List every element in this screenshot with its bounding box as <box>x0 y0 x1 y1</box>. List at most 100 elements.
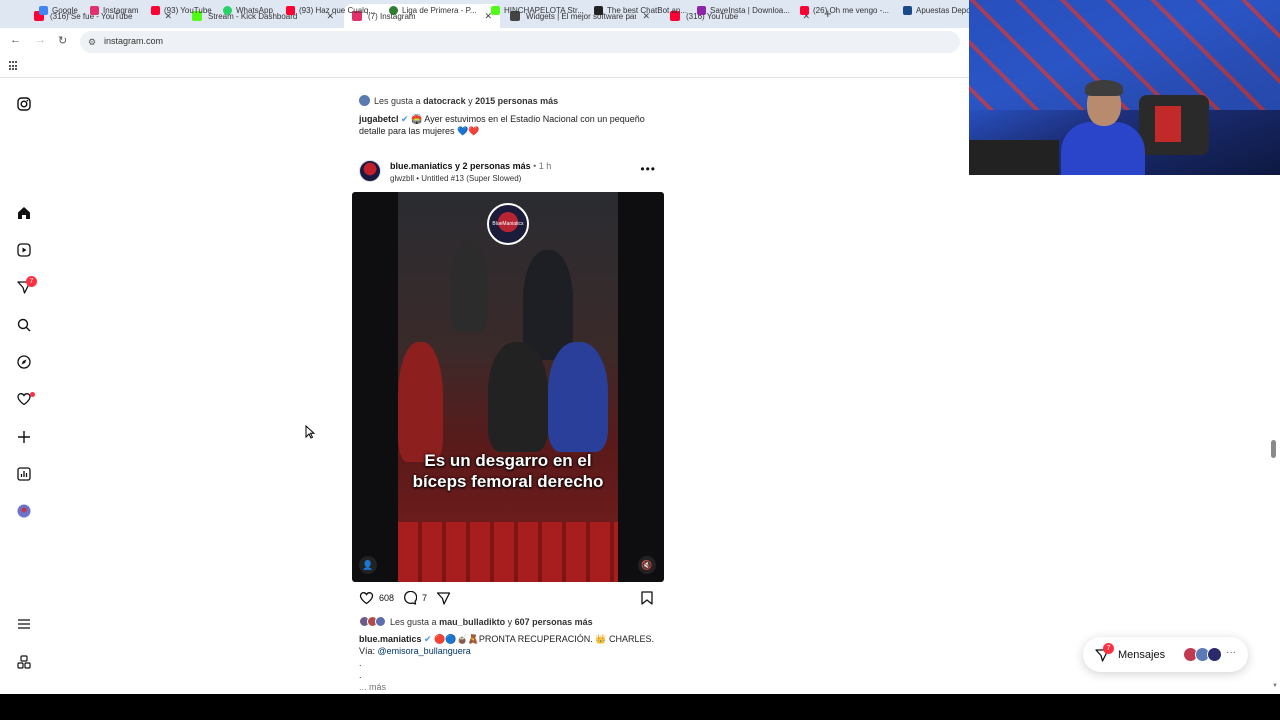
post-author-line: blue.maniatics y 2 personas más • 1 h <box>390 161 551 171</box>
saveinsta-icon <box>697 6 706 15</box>
post-collab[interactable]: y 2 personas más <box>455 161 531 171</box>
video-seats <box>398 522 618 582</box>
comment-icon <box>404 591 417 605</box>
search-icon[interactable] <box>17 318 31 332</box>
mute-icon[interactable]: 🔇 <box>638 556 656 574</box>
site-info-icon[interactable]: ⚙ <box>88 37 96 48</box>
avatar[interactable] <box>359 160 381 182</box>
likes-prefix: Les gusta a <box>374 95 421 106</box>
apuestas-icon <box>903 6 912 15</box>
heart-icon[interactable] <box>17 392 31 406</box>
dashboard-icon[interactable] <box>17 467 31 481</box>
video-person <box>488 342 548 452</box>
share-button[interactable] <box>436 591 456 605</box>
liked-by-user[interactable]: mau_bulladikto <box>439 617 505 627</box>
back-icon[interactable]: ← <box>10 34 21 46</box>
bookmark-google[interactable]: Google <box>39 6 78 15</box>
video-person <box>548 342 608 452</box>
caption-text: 🔴🔵🧉🧸PRONTA RECUPERACIÓN. 👑 CHARLES. <box>434 634 655 644</box>
youtube-icon <box>286 6 295 15</box>
bookmark-oh-me-vengo[interactable]: (26) Oh me vengo -... <box>800 6 889 15</box>
bookmark-chatbot[interactable]: The best ChatBot an... <box>594 6 687 15</box>
video-logo-text: BlueManiatics <box>492 221 524 227</box>
bookmark-youtube[interactable]: (93) YouTube <box>151 6 212 15</box>
bookmark-icon <box>641 591 653 605</box>
likes-mid: y <box>468 95 473 106</box>
likes-count[interactable]: 2015 personas más <box>475 96 558 106</box>
explore-icon[interactable] <box>17 355 31 369</box>
notification-dot <box>30 392 35 397</box>
webcam-desk <box>969 140 1059 175</box>
bookmarks-bar <box>0 56 970 78</box>
bookmark-label: (26) Oh me vengo -... <box>813 6 890 15</box>
bookmark-instagram[interactable]: Instagram <box>90 6 139 15</box>
via-link[interactable]: @emisora_bullanguera <box>378 646 471 656</box>
caption-user[interactable]: jugabetcl <box>359 114 399 124</box>
via-label: Vía: <box>359 646 376 656</box>
post-video[interactable]: BlueManiatics Es un desgarro en el bícep… <box>352 192 664 582</box>
bookmark-hinchapelota[interactable]: HINCHAPELOTA Str... <box>491 6 584 15</box>
bookmark-haz-que[interactable]: (93) Haz que Cualq... <box>286 6 375 15</box>
forward-icon[interactable]: → <box>35 34 46 46</box>
comment-button[interactable]: 7 <box>402 591 427 605</box>
scrollbar-thumb[interactable] <box>1271 440 1276 458</box>
messages-badge: 7 <box>26 276 37 287</box>
meta-icon[interactable] <box>17 655 31 669</box>
bookmark-label: Google <box>52 6 78 15</box>
post-audio[interactable]: • Untitled #13 (Super Slowed) <box>416 174 521 183</box>
url-field[interactable] <box>80 31 960 53</box>
previous-post-likes: Les gusta a datocrack y 2015 personas má… <box>359 95 558 106</box>
scroll-down-arrow-icon[interactable]: ▼ <box>1272 683 1278 689</box>
messages-avatars <box>1183 647 1222 662</box>
home-icon[interactable] <box>17 206 31 220</box>
bookmark-apuestas[interactable]: Apuestas Depo <box>903 6 971 15</box>
caption-user[interactable]: blue.maniatics <box>359 634 422 644</box>
bookmark-label: WhatsApp <box>236 6 273 15</box>
bookmark-label: HINCHAPELOTA Str... <box>504 6 584 15</box>
create-icon[interactable] <box>17 430 31 444</box>
messages-pill[interactable]: 7 Mensajes ··· <box>1083 637 1248 672</box>
reels-icon[interactable] <box>17 243 31 257</box>
bookmark-liga[interactable]: Liga de Primera - P... <box>389 6 477 15</box>
reload-icon[interactable]: ↻ <box>58 34 67 47</box>
instagram-logo-icon[interactable] <box>17 97 31 111</box>
previous-post-caption: jugabetcl ✔ 🏟️ Ayer estuvimos en el Esta… <box>359 113 664 137</box>
more-options-icon[interactable]: ••• <box>640 162 656 176</box>
youtube-icon <box>151 6 160 15</box>
verified-icon: ✔ <box>424 634 432 644</box>
post-author[interactable]: blue.maniatics <box>390 161 453 171</box>
post-sub-user[interactable]: glwzbll <box>390 174 414 183</box>
youtube-icon <box>800 6 809 15</box>
heart-icon <box>359 592 374 605</box>
video-person <box>398 342 443 462</box>
webcam-person-body <box>1061 122 1145 175</box>
instagram-sidenav <box>0 78 48 698</box>
save-button[interactable] <box>641 591 658 605</box>
bookmark-label: Liga de Primera - P... <box>402 6 477 15</box>
caption-dot: . <box>359 670 362 680</box>
liked-by-count[interactable]: 607 personas más <box>515 617 593 627</box>
bookmark-saveinsta[interactable]: SaveInsta | Downloa... <box>697 6 790 15</box>
menu-icon[interactable] <box>17 617 31 631</box>
like-button[interactable]: 608 <box>359 591 394 605</box>
bookmark-label: SaveInsta | Downloa... <box>710 6 790 15</box>
bookmark-whatsapp[interactable]: WhatsApp <box>223 6 273 15</box>
url-text[interactable]: instagram.com <box>104 36 163 46</box>
messages-more-icon: ··· <box>1226 647 1236 658</box>
video-subtitle: Es un desgarro en el bíceps femoral dere… <box>412 451 604 491</box>
webcam-overlay <box>969 0 1280 175</box>
profile-avatar-icon[interactable] <box>17 504 31 518</box>
avatar <box>375 616 386 627</box>
user-tag-icon[interactable]: 👤 <box>359 556 377 574</box>
liked-by-prefix: Les gusta a <box>390 616 437 627</box>
mouse-cursor-icon <box>305 425 315 439</box>
caption-dot: . <box>359 658 362 668</box>
messages-badge: 7 <box>1103 643 1114 654</box>
bookmark-label: Apuestas Depo <box>916 6 971 15</box>
likes-user[interactable]: datocrack <box>423 96 466 106</box>
apps-grid-icon[interactable] <box>9 61 19 71</box>
post-audio-line: glwzbll • Untitled #13 (Super Slowed) <box>390 174 521 183</box>
webcam-background-banner <box>969 0 1280 110</box>
more-link[interactable]: ... más <box>359 682 386 692</box>
verified-icon: ✔ <box>401 114 409 124</box>
